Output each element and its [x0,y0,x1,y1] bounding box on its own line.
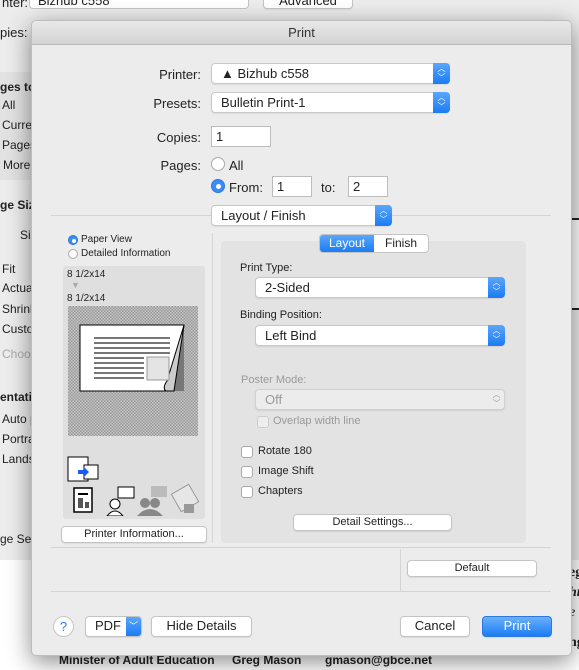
printer-transfer-icon [67,456,99,482]
down-arrow-icon: ▼ [71,280,80,290]
copies-input[interactable]: 1 [211,126,271,147]
pages-from-label: From: [229,180,263,195]
copies-label: Copies: [156,130,201,145]
bg-text: Curre [2,118,33,132]
detail-settings-button[interactable]: Detail Settings... [293,514,452,531]
overlap-width-label: Overlap width line [273,415,361,427]
image-shift-label: Image Shift [258,465,314,477]
rotate-180-checkbox[interactable] [241,446,253,458]
poster-mode-popup: Off ︿ ﹀ [255,389,505,410]
user-message-icon [106,486,135,516]
presets-value: Bulletin Print-1 [221,95,306,110]
hide-details-button[interactable]: Hide Details [151,616,252,637]
bg-text: More [3,158,31,172]
pdf-menu-button[interactable]: PDF ﹀ [85,616,142,637]
print-type-label: Print Type: [240,262,293,274]
bg-text: Custo [2,322,34,336]
bg-text: Si [20,228,31,242]
pages-all-label: All [229,158,244,173]
print-type-value: 2-Sided [265,280,310,295]
pages-to-input[interactable]: 2 [348,176,388,197]
updown-chevron-icon: ︿ ﹀ [488,277,505,298]
bg-printer-popup: Bizhub c558 [29,0,249,9]
paper-view-label: Paper View [81,234,132,245]
updown-chevron-icon: ︿ ﹀ [492,390,501,408]
presets-popup[interactable]: Bulletin Print-1 ︿ ﹀ [211,92,450,113]
preview-panel: 8 1/2x14 ▼ 8 1/2x14 [63,266,205,519]
pages-all-radio[interactable] [211,157,225,171]
updown-chevron-icon: ︿ ﹀ [433,92,450,113]
secure-print-icon [170,483,199,513]
paper-size-from: 8 1/2x14 [67,269,106,280]
bg-thumbnail [572,218,579,310]
tab-layout[interactable]: Layout [320,235,374,252]
pages-label: Pages: [160,158,201,173]
binding-position-label: Binding Position: [240,309,322,321]
detailed-info-radio[interactable] [68,249,78,259]
paper-view-radio[interactable] [68,235,78,245]
bg-advanced-button: Advanced [263,0,353,9]
dialog-title: Print [32,21,571,45]
document-icon [73,487,93,513]
chapters-label: Chapters [258,485,303,497]
warning-triangle-icon: ▲ [221,66,238,81]
rotate-180-label: Rotate 180 [258,445,312,457]
bg-copies-label: pies: [0,25,28,40]
paper-size-to: 8 1/2x14 [67,293,106,304]
updown-chevron-icon: ︿ ﹀ [488,325,505,346]
pdf-label: PDF [95,618,121,633]
users-group-icon [137,486,167,516]
bg-text: All [2,98,16,112]
print-button[interactable]: Print [482,616,552,637]
bg-text: Fit [2,262,16,276]
bg-text: Portra [2,432,35,446]
bg-text: ge Siz [0,198,35,212]
device-icons [67,456,199,516]
panel-select-popup[interactable]: Layout / Finish ︿ ﹀ [211,205,392,226]
divider [51,591,551,592]
default-button[interactable]: Default [407,560,537,577]
printer-popup[interactable]: ▲ Bizhub c558 ︿ ﹀ [211,63,450,84]
pages-from-radio[interactable] [211,179,225,193]
bg-text: ge Se [0,532,32,546]
pages-to-label: to: [321,180,336,195]
poster-mode-value: Off [265,392,283,407]
binding-position-popup[interactable]: Left Bind ︿ ﹀ [255,325,505,346]
chapters-checkbox[interactable] [241,486,253,498]
printer-value: Bizhub c558 [237,66,310,81]
bg-printer-value: Bizhub c558 [38,0,110,8]
presets-label: Presets: [153,96,201,111]
page-curl-preview-icon [79,324,185,392]
detailed-info-label: Detailed Information [81,248,171,259]
updown-chevron-icon: ︿ ﹀ [433,63,450,84]
cancel-button[interactable]: Cancel [400,616,470,637]
binding-position-value: Left Bind [265,328,317,343]
bg-printer-label: nter: [2,0,29,10]
help-button[interactable]: ? [53,616,74,637]
updown-chevron-icon: ︿ ﹀ [375,205,392,226]
tab-finish[interactable]: Finish [374,235,428,252]
panel-select-value: Layout / Finish [221,208,306,223]
printer-label: Printer: [159,67,201,82]
printer-information-button[interactable]: Printer Information... [61,526,207,543]
tab-bar: Layout Finish [319,234,429,253]
bg-text: Lands [2,452,35,466]
poster-mode-label: Poster Mode: [241,374,307,386]
bg-text: Actua [2,281,33,295]
divider [212,233,213,543]
overlap-width-checkbox [257,416,269,428]
paper-preview [68,306,198,436]
print-dialog: Print Printer: ▲ Bizhub c558 ︿ ﹀ Presets:… [31,20,572,656]
chevron-down-icon: ﹀ [126,617,141,636]
divider [400,549,401,591]
image-shift-checkbox[interactable] [241,466,253,478]
pages-from-input[interactable]: 1 [272,176,312,197]
divider [51,547,551,548]
print-type-popup[interactable]: 2-Sided ︿ ﹀ [255,277,505,298]
